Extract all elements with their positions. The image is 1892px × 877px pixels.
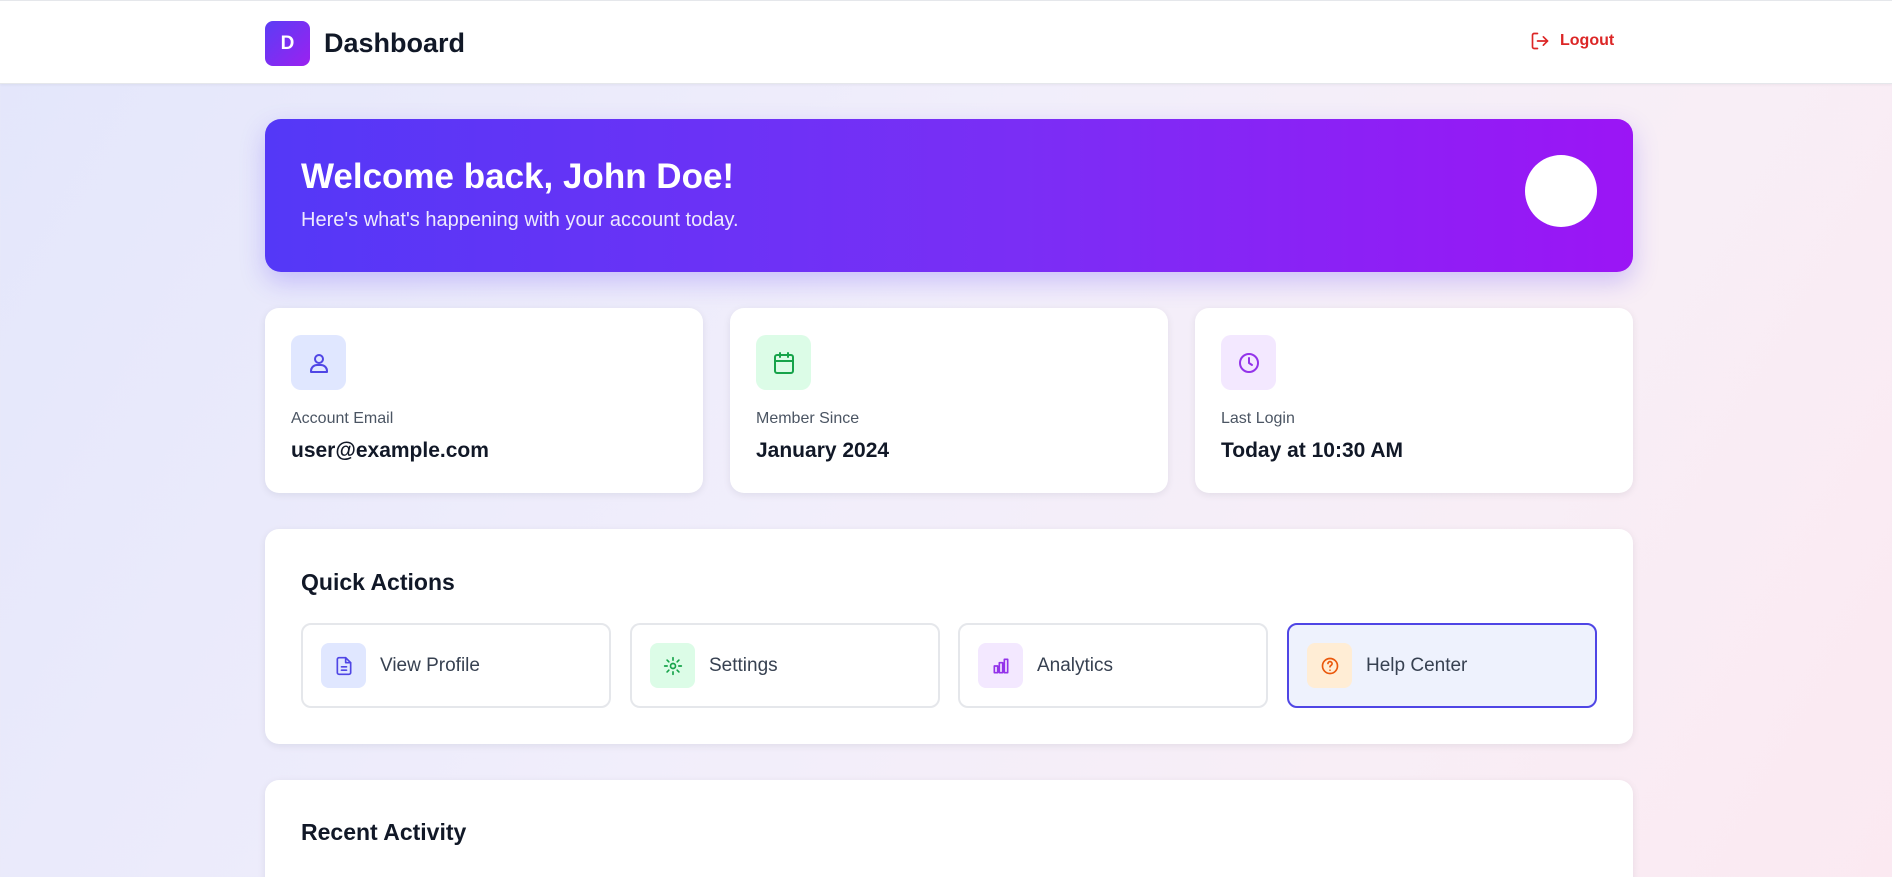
stat-card-email: Account Email user@example.com <box>265 308 703 493</box>
logout-icon <box>1531 32 1549 50</box>
help-center-button[interactable]: Help Center <box>1287 623 1597 708</box>
top-navbar: D Dashboard Logout <box>0 0 1892 84</box>
help-circle-icon <box>1307 643 1352 688</box>
logout-label: Logout <box>1560 32 1615 49</box>
action-label: Analytics <box>1037 654 1114 676</box>
recent-activity-title: Recent Activity <box>301 819 467 845</box>
stat-value: Today at 10:30 AM <box>1221 439 1404 462</box>
user-icon <box>291 335 346 390</box>
stat-label: Member Since <box>756 410 860 427</box>
analytics-button[interactable]: Analytics <box>958 623 1268 708</box>
quick-actions-panel: Quick Actions View Profile Settings Anal… <box>265 529 1633 744</box>
clock-icon <box>1221 335 1276 390</box>
stat-card-last-login: Last Login Today at 10:30 AM <box>1195 308 1633 493</box>
brand[interactable]: D Dashboard <box>265 21 465 66</box>
welcome-title: Welcome back, John Doe! <box>301 157 735 196</box>
stat-label: Account Email <box>291 410 394 427</box>
quick-actions-title: Quick Actions <box>301 569 455 595</box>
action-label: Settings <box>709 654 778 676</box>
welcome-subtitle: Here's what's happening with your accoun… <box>301 209 739 231</box>
settings-button[interactable]: Settings <box>630 623 940 708</box>
logout-button[interactable]: Logout <box>1530 31 1614 51</box>
bar-chart-icon <box>978 643 1023 688</box>
recent-activity-panel: Recent Activity <box>265 780 1633 877</box>
avatar[interactable] <box>1525 155 1597 227</box>
stat-value: January 2024 <box>756 439 890 462</box>
welcome-banner: Welcome back, John Doe! Here's what's ha… <box>265 119 1633 272</box>
stat-card-member-since: Member Since January 2024 <box>730 308 1168 493</box>
calendar-icon <box>756 335 811 390</box>
page-title: Dashboard <box>324 28 466 58</box>
action-label: Help Center <box>1366 654 1468 676</box>
stat-label: Last Login <box>1221 410 1295 427</box>
view-profile-button[interactable]: View Profile <box>301 623 611 708</box>
document-icon <box>321 643 366 688</box>
brand-logo: D <box>265 21 310 66</box>
gear-icon <box>650 643 695 688</box>
action-label: View Profile <box>380 654 480 676</box>
stat-value: user@example.com <box>291 439 489 462</box>
